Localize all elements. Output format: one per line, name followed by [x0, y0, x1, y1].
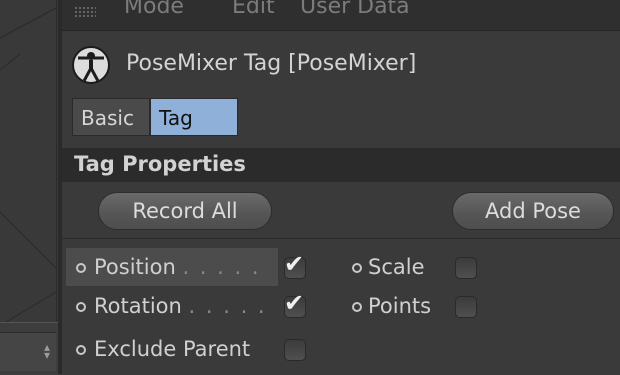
- add-pose-button[interactable]: Add Pose: [452, 192, 614, 230]
- menu-user-data[interactable]: User Data: [300, 0, 410, 19]
- points-label: Points: [368, 294, 432, 318]
- checkmark-icon: ✔: [284, 289, 305, 317]
- animation-bullet-icon[interactable]: [352, 263, 362, 273]
- leader-dots: . . . . .: [188, 294, 267, 318]
- menu-edit[interactable]: Edit: [232, 0, 275, 19]
- menu-mode[interactable]: Mode: [124, 0, 184, 19]
- points-checkbox[interactable]: [455, 296, 477, 318]
- tab-basic[interactable]: Basic: [72, 98, 150, 136]
- position-label: Position . . . . .: [94, 255, 261, 279]
- viewport-panel: ▴ ▾: [0, 0, 62, 375]
- exclude-parent-label: Exclude Parent: [94, 337, 251, 361]
- up-down-arrows-icon[interactable]: ▴ ▾: [44, 341, 50, 361]
- record-all-button[interactable]: Record All: [98, 192, 272, 230]
- animation-bullet-icon[interactable]: [352, 302, 362, 312]
- object-header: PoseMixer Tag [PoseMixer]: [62, 36, 620, 92]
- position-checkbox[interactable]: ✔: [284, 250, 306, 279]
- exclude-parent-checkbox[interactable]: [284, 339, 306, 361]
- animation-bullet-icon[interactable]: [76, 263, 86, 273]
- animation-bullet-icon[interactable]: [76, 345, 86, 355]
- grip-icon[interactable]: [74, 6, 96, 18]
- animation-bullet-icon[interactable]: [76, 302, 86, 312]
- section-header: Tag Properties: [62, 148, 620, 182]
- section-title: Tag Properties: [74, 152, 246, 176]
- menu-bar: Mode Edit User Data: [62, 0, 620, 31]
- viewport-area[interactable]: [0, 0, 57, 322]
- leader-dots: . . . . .: [182, 255, 261, 279]
- checkmark-icon: ✔: [284, 250, 305, 278]
- rotation-checkbox[interactable]: ✔: [284, 289, 306, 318]
- viewport-stepper[interactable]: ▴ ▾: [0, 332, 56, 371]
- rotation-label: Rotation . . . . .: [94, 294, 267, 318]
- object-title: PoseMixer Tag [PoseMixer]: [126, 51, 417, 76]
- posemixer-figure-icon: [72, 46, 110, 84]
- divider: [62, 238, 620, 239]
- scale-label: Scale: [368, 255, 425, 279]
- tab-tag[interactable]: Tag: [150, 98, 238, 136]
- attribute-manager: Mode Edit User Data PoseMixer Tag [PoseM…: [62, 0, 620, 374]
- scale-checkbox[interactable]: [455, 257, 477, 279]
